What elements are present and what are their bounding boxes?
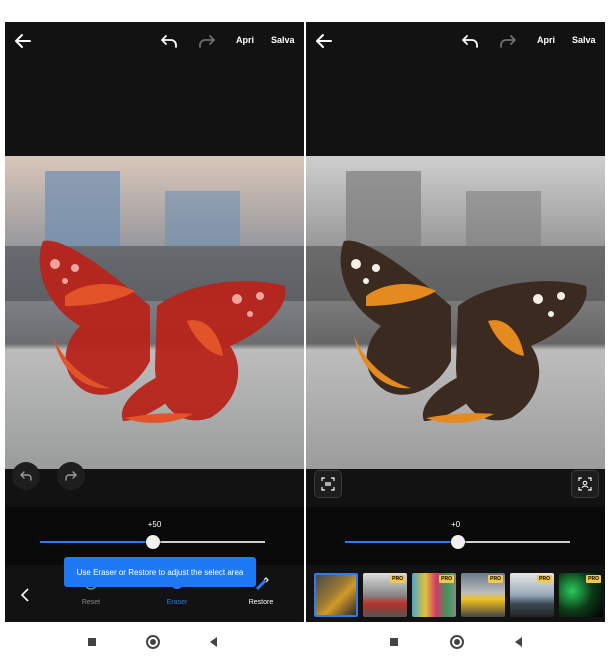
redo-icon[interactable] — [198, 32, 216, 50]
slider-thumb[interactable] — [450, 535, 465, 549]
recents-square-icon[interactable] — [84, 634, 100, 650]
undo-icon[interactable] — [160, 32, 178, 50]
slider-value: +50 — [147, 520, 162, 529]
slider-thumb[interactable] — [145, 535, 160, 549]
butterfly-photo-color-splash[interactable] — [306, 156, 605, 469]
pro-badge: PRO — [488, 575, 503, 583]
recents-square-icon[interactable] — [386, 634, 402, 650]
save-button[interactable]: Salva — [271, 35, 295, 45]
save-button[interactable]: Salva — [572, 35, 596, 45]
filter-thumb-3[interactable]: PRO — [412, 573, 456, 617]
home-circle-icon[interactable] — [449, 634, 465, 650]
open-button[interactable]: Apri — [236, 35, 254, 45]
top-toolbar: Apri Salva — [306, 22, 605, 60]
slider-fill — [40, 541, 153, 543]
mask-undo-button[interactable] — [12, 462, 40, 490]
mask-redo-button[interactable] — [57, 462, 85, 490]
redo-icon — [65, 471, 77, 481]
filter-thumb-5[interactable]: PRO — [510, 573, 554, 617]
filter-strip: PRO PRO PRO PRO PRO — [314, 573, 603, 617]
eraser-label: Eraser — [166, 599, 188, 606]
open-button[interactable]: Apri — [537, 35, 555, 45]
home-circle-icon[interactable] — [145, 634, 161, 650]
back-arrow-icon[interactable] — [13, 31, 33, 51]
pro-badge: PRO — [439, 575, 454, 583]
pro-badge: PRO — [537, 575, 552, 583]
slider-value: +0 — [450, 520, 461, 529]
filter-thumb-6[interactable]: PRO — [559, 573, 603, 617]
compare-icon — [321, 477, 335, 491]
top-toolbar: Apri Salva — [5, 22, 304, 60]
undo-icon — [20, 471, 32, 481]
back-triangle-icon[interactable] — [511, 634, 527, 650]
right-editor-screen: Apri Salva +0 PRO PRO PRO PRO PRO — [306, 22, 605, 622]
pro-badge: PRO — [390, 575, 405, 583]
filter-thumb-2[interactable]: PRO — [363, 573, 407, 617]
left-editor-screen: Apri Salva +50 Reset Eraser Restore Use … — [5, 22, 304, 622]
filter-thumb-4[interactable]: PRO — [461, 573, 505, 617]
person-select-icon — [578, 477, 592, 491]
hint-toast: Use Eraser or Restore to adjust the sele… — [64, 557, 256, 587]
select-subject-button[interactable] — [571, 470, 599, 498]
restore-label: Restore — [248, 599, 274, 606]
redo-icon[interactable] — [499, 32, 517, 50]
chevron-left-icon[interactable] — [19, 587, 31, 603]
back-arrow-icon[interactable] — [314, 31, 334, 51]
filter-intensity-slider-area: +0 — [306, 507, 605, 565]
slider-fill — [345, 541, 458, 543]
system-navigation-bar — [0, 623, 610, 661]
undo-icon[interactable] — [461, 32, 479, 50]
filter-thumb-1[interactable] — [314, 573, 358, 617]
reset-label: Reset — [81, 599, 101, 606]
butterfly-photo-masked[interactable] — [5, 156, 304, 469]
back-triangle-icon[interactable] — [206, 634, 222, 650]
compare-button[interactable] — [314, 470, 342, 498]
pro-badge: PRO — [586, 575, 601, 583]
